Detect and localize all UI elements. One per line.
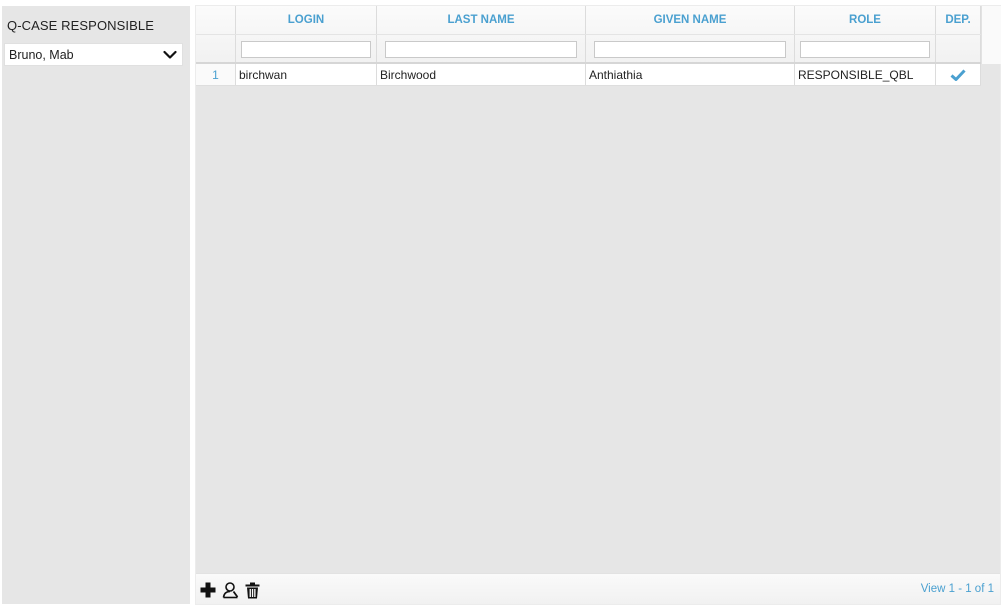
column-header-given-name[interactable]: GIVEN NAME bbox=[586, 6, 795, 34]
panel-title: Q-CASE RESPONSIBLE bbox=[7, 18, 155, 33]
filter-cell-given-name bbox=[586, 35, 795, 62]
trash-icon bbox=[245, 582, 259, 598]
responsible-panel: Q-CASE RESPONSIBLE Bruno, Mab bbox=[2, 6, 190, 604]
filter-input-last-name[interactable] bbox=[385, 41, 577, 58]
add-button[interactable] bbox=[198, 580, 218, 600]
plus-icon bbox=[200, 582, 216, 598]
grid-header: LOGIN LAST NAME GIVEN NAME ROLE DEP. bbox=[196, 6, 981, 64]
filter-toolbar bbox=[196, 35, 981, 64]
filter-cell-dep bbox=[936, 35, 981, 62]
filter-input-login[interactable] bbox=[241, 41, 371, 58]
filter-cell-role bbox=[795, 35, 936, 62]
grid-pager: View 1 - 1 of 1 bbox=[196, 573, 1000, 604]
cell-dep bbox=[936, 64, 981, 85]
chevron-down-icon bbox=[163, 50, 177, 59]
page: Q-CASE RESPONSIBLE Bruno, Mab LOGIN LAST… bbox=[0, 0, 1007, 608]
responsible-dropdown[interactable]: Bruno, Mab bbox=[4, 43, 183, 66]
grid-body: 1 birchwan Birchwood Anthiathia RESPONSI… bbox=[196, 64, 981, 86]
row-number-header bbox=[196, 6, 236, 34]
column-header-role[interactable]: ROLE bbox=[795, 6, 936, 34]
cell-given-name: Anthiathia bbox=[586, 64, 795, 85]
filter-input-role[interactable] bbox=[800, 41, 930, 58]
header-scroll-gap bbox=[981, 6, 1001, 64]
cell-role: RESPONSIBLE_QBL bbox=[795, 64, 936, 85]
row-number: 1 bbox=[196, 64, 236, 85]
column-header-login[interactable]: LOGIN bbox=[236, 6, 377, 34]
delete-button[interactable] bbox=[242, 580, 262, 600]
search-user-button[interactable] bbox=[220, 580, 240, 600]
column-header-dep[interactable]: DEP. bbox=[936, 6, 981, 34]
filter-input-given-name[interactable] bbox=[594, 41, 786, 58]
filter-cell-login bbox=[236, 35, 377, 62]
users-grid: LOGIN LAST NAME GIVEN NAME ROLE DEP. 1 b… bbox=[195, 5, 1001, 605]
responsible-dropdown-value: Bruno, Mab bbox=[9, 47, 74, 62]
cell-last-name: Birchwood bbox=[377, 64, 586, 85]
column-headers: LOGIN LAST NAME GIVEN NAME ROLE DEP. bbox=[196, 6, 981, 35]
checkmark-icon bbox=[950, 68, 966, 81]
filter-spacer bbox=[196, 35, 236, 62]
cell-login: birchwan bbox=[236, 64, 377, 85]
table-row[interactable]: 1 birchwan Birchwood Anthiathia RESPONSI… bbox=[196, 64, 981, 86]
user-search-icon bbox=[222, 582, 239, 599]
column-header-last-name[interactable]: LAST NAME bbox=[377, 6, 586, 34]
pager-info: View 1 - 1 of 1 bbox=[920, 583, 994, 595]
filter-cell-last-name bbox=[377, 35, 586, 62]
